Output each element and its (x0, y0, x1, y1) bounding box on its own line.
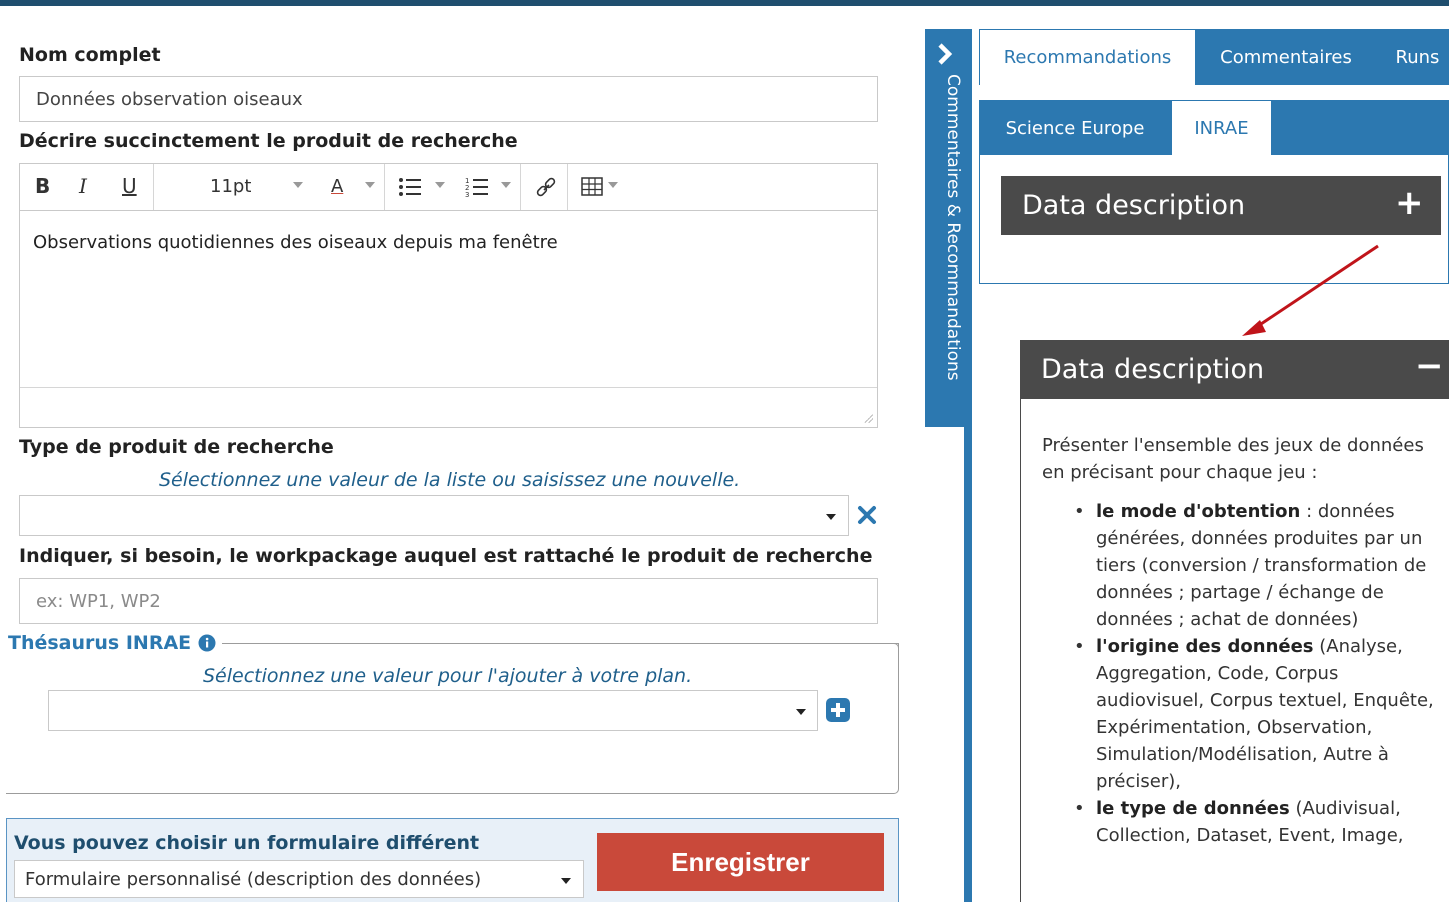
workpackage-input[interactable]: ex: WP1, WP2 (19, 578, 878, 624)
data-description-title: Data description (1022, 190, 1246, 221)
font-size-select[interactable]: 11pt (210, 176, 251, 197)
list-item: l'origine des données (Analyse, Aggregat… (1074, 633, 1442, 795)
item-text: (Analyse, Aggregation, Code, Corpus audi… (1096, 636, 1434, 792)
item-title: le mode d'obtention (1096, 501, 1301, 522)
item-title: le type de données (1096, 798, 1290, 819)
save-button[interactable]: Enregistrer (597, 833, 884, 891)
thesaurus-select[interactable] (48, 690, 818, 731)
data-description-collapsed-header[interactable]: Data description (1001, 176, 1441, 235)
side-panel-border (964, 427, 972, 902)
toolbar-separator (567, 164, 568, 210)
expand-icon[interactable]: + (1395, 183, 1424, 223)
font-color-caret-icon[interactable] (365, 182, 375, 188)
guidance-tabs: Science Europe INRAE (979, 100, 1449, 156)
data-description-title: Data description (1041, 354, 1265, 385)
thesaurus-legend: Thésaurus INRAE (8, 632, 223, 654)
italic-button[interactable]: I (79, 174, 87, 198)
tab-inrae[interactable]: INRAE (1171, 100, 1272, 156)
data-description-body: Présenter l'ensemble des jeux de données… (1042, 432, 1442, 849)
info-icon[interactable] (198, 634, 216, 652)
full-name-input[interactable]: Données observation oiseaux (19, 76, 878, 122)
chevron-down-icon[interactable] (826, 514, 836, 520)
add-icon[interactable] (826, 698, 850, 726)
svg-text:3: 3 (465, 191, 469, 198)
tab-commentaires[interactable]: Commentaires (1196, 29, 1376, 85)
intro-text: Présenter l'ensemble des jeux de données… (1042, 435, 1424, 483)
list-item: le type de données (Audivisual, Collecti… (1074, 795, 1442, 849)
product-type-label: Type de produit de recherche (19, 436, 334, 458)
top-border (0, 0, 1449, 6)
full-name-label: Nom complet (19, 44, 161, 66)
link-icon[interactable] (534, 176, 558, 202)
product-type-select[interactable] (19, 495, 849, 536)
workpackage-label: Indiquer, si besoin, le workpackage auqu… (19, 545, 873, 567)
resize-handle-icon[interactable] (863, 413, 873, 423)
numbered-list-icon[interactable]: 123 (465, 176, 489, 202)
toolbar-separator (153, 164, 154, 210)
product-type-hint: Sélectionnez une valeur de la liste ou s… (159, 469, 741, 491)
font-color-button[interactable]: A (331, 176, 343, 197)
annotation-arrow-icon (1242, 244, 1379, 336)
bold-button[interactable]: B (35, 174, 50, 198)
collapse-icon[interactable]: − (1415, 346, 1444, 386)
rich-text-editor[interactable]: B I U 11pt A 123 Observations quotidienn… (19, 163, 878, 428)
table-icon[interactable] (581, 177, 603, 201)
tab-runs[interactable]: Runs (1376, 29, 1449, 85)
tab-recommandations[interactable]: Recommandations (979, 29, 1196, 85)
toolbar-separator (384, 164, 385, 210)
choose-form-label: Vous pouvez choisir un formulaire différ… (14, 832, 480, 854)
item-title: l'origine des données (1096, 636, 1314, 657)
chevron-down-icon[interactable] (796, 709, 806, 715)
list-item: le mode d'obtention : données générées, … (1074, 498, 1442, 633)
thesaurus-hint: Sélectionnez une valeur pour l'ajouter à… (203, 665, 693, 687)
editor-statusbar (20, 387, 877, 427)
numbered-list-caret-icon[interactable] (501, 182, 511, 188)
describe-label: Décrire succinctement le produit de rech… (19, 130, 518, 152)
data-description-expanded-header[interactable]: Data description (1020, 340, 1449, 399)
bullet-list-caret-icon[interactable] (435, 182, 445, 188)
criteria-list: le mode d'obtention : données générées, … (1042, 498, 1442, 849)
tab-science-europe[interactable]: Science Europe (979, 100, 1171, 156)
chevron-down-icon[interactable] (561, 878, 571, 884)
clear-icon[interactable] (857, 505, 877, 529)
form-template-select[interactable]: Formulaire personnalisé (description des… (14, 860, 584, 898)
main-tabs: Recommandations Commentaires Runs (979, 29, 1449, 85)
editor-content[interactable]: Observations quotidiennes des oiseaux de… (33, 232, 558, 253)
editor-toolbar: B I U 11pt A 123 (20, 164, 877, 211)
underline-button[interactable]: U (122, 174, 137, 198)
toolbar-separator (520, 164, 521, 210)
font-size-caret-icon[interactable] (293, 182, 303, 188)
bullet-list-icon[interactable] (398, 176, 422, 202)
table-caret-icon[interactable] (608, 182, 618, 188)
fieldset-border (220, 643, 899, 644)
side-tab-label: Commentaires & Recommandations (943, 74, 963, 381)
form-template-value: Formulaire personnalisé (description des… (25, 868, 482, 890)
chevron-right-icon[interactable] (935, 42, 955, 70)
thesaurus-legend-text: Thésaurus INRAE (8, 632, 192, 654)
